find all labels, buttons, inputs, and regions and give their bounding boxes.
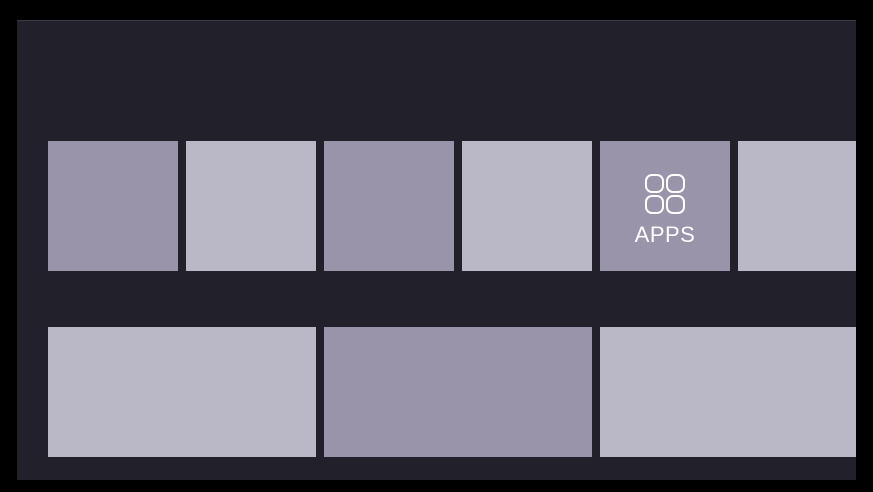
launcher-tile-2[interactable] bbox=[186, 141, 316, 271]
launcher-tile-8[interactable] bbox=[324, 327, 592, 457]
launcher-tile-3[interactable] bbox=[324, 141, 454, 271]
launcher-tile-1[interactable] bbox=[48, 141, 178, 271]
apps-grid-icon bbox=[645, 174, 685, 214]
apps-tile-label: APPS bbox=[634, 222, 696, 247]
apps-tile[interactable]: APPS bbox=[600, 141, 730, 271]
launcher-tile-4[interactable] bbox=[462, 141, 592, 271]
launcher-tile-7[interactable] bbox=[48, 327, 316, 457]
launcher-tile-9[interactable] bbox=[600, 327, 856, 457]
launcher-tile-6[interactable] bbox=[738, 141, 856, 271]
tv-launcher-screen: APPS bbox=[17, 20, 856, 480]
